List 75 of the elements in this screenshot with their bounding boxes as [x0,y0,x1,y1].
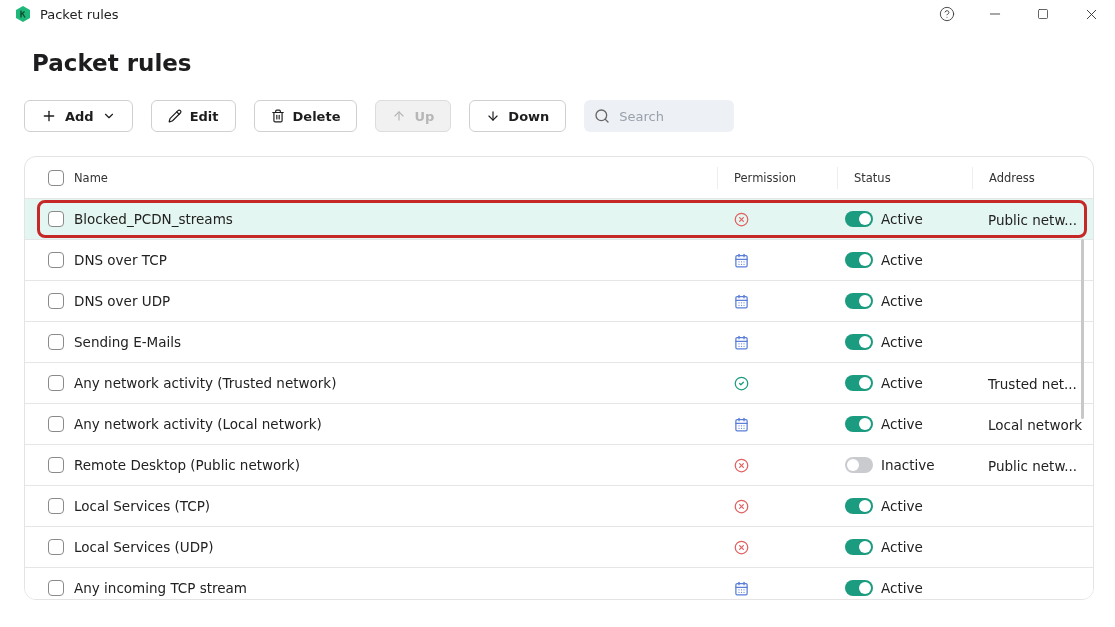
table-row[interactable]: Blocked_PCDN_streams Active Public netw... [25,199,1093,240]
select-all-checkbox[interactable] [48,169,64,186]
app-logo-icon [16,6,30,22]
rule-name: Any network activity (Trusted network) [74,375,337,391]
row-checkbox[interactable] [48,334,64,350]
add-button[interactable]: Add [24,100,133,132]
edit-button[interactable]: Edit [150,100,236,132]
status-toggle[interactable] [845,211,873,227]
status-toggle[interactable] [845,498,873,514]
help-icon[interactable] [939,6,955,22]
column-header: Permission [717,166,837,189]
search-field[interactable]: Search [584,100,735,132]
status-toggle[interactable] [845,375,873,391]
blocked-icon [734,457,749,473]
rule-name: Sending E-Mails [74,334,182,350]
row-checkbox[interactable] [48,252,64,268]
maximize-icon[interactable] [1037,8,1049,20]
status-text: Active [881,211,923,227]
row-checkbox[interactable] [48,580,64,596]
blocked-icon [734,498,749,514]
scrollbar[interactable] [1081,239,1084,419]
status-text: Active [881,416,923,432]
rule-name: Any network activity (Local network) [74,416,322,432]
row-checkbox[interactable] [48,416,64,432]
blocked-icon [734,539,749,555]
status-text: Active [881,334,923,350]
status-text: Active [881,539,923,555]
address-text: Public netw... [988,457,1078,474]
column-header: Status [837,166,972,189]
status-text: Active [881,498,923,514]
status-toggle[interactable] [845,457,873,473]
row-checkbox[interactable] [48,498,64,514]
trash-icon [270,109,285,123]
allowed-icon [734,375,749,391]
status-text: Active [881,580,923,596]
calendar-icon [734,416,749,432]
rule-name: Blocked_PCDN_streams [74,211,233,227]
calendar-icon [734,252,749,268]
status-toggle[interactable] [845,539,873,555]
rule-name: DNS over TCP [74,252,167,268]
address-text: Local network [988,416,1083,433]
address-text: Trusted net... [988,375,1077,392]
status-toggle[interactable] [845,334,873,350]
blocked-icon [734,211,749,227]
row-checkbox[interactable] [48,211,64,227]
row-checkbox[interactable] [48,375,64,391]
rule-name: DNS over UDP [74,293,171,309]
status-toggle[interactable] [845,252,873,268]
plus-icon [41,108,57,124]
column-header: Address [972,166,1093,189]
window-title: Packet rules [40,6,119,22]
row-checkbox[interactable] [48,293,64,309]
status-text: Active [881,375,923,391]
rule-name: Local Services (UDP) [74,539,214,555]
pencil-icon [167,109,182,123]
status-text: Active [881,252,923,268]
calendar-icon [734,334,749,350]
delete-button[interactable]: Delete [253,100,358,132]
status-text: Inactive [881,457,935,473]
row-checkbox[interactable] [48,539,64,555]
rule-name: Local Services (TCP) [74,498,211,514]
row-checkbox[interactable] [48,457,64,473]
calendar-icon [734,293,749,309]
status-toggle[interactable] [845,416,873,432]
rule-name: Remote Desktop (Public network) [74,457,300,473]
search-icon [594,108,611,124]
rule-name: Any incoming TCP stream [74,580,247,596]
address-text: Public netw... [988,211,1078,228]
calendar-icon [734,580,749,596]
status-text: Active [881,293,923,309]
column-header: Name [74,170,108,185]
page-heading: Packet rules [32,50,193,76]
down-button[interactable]: Down [469,100,567,132]
status-toggle[interactable] [845,293,873,309]
status-toggle[interactable] [845,580,873,596]
